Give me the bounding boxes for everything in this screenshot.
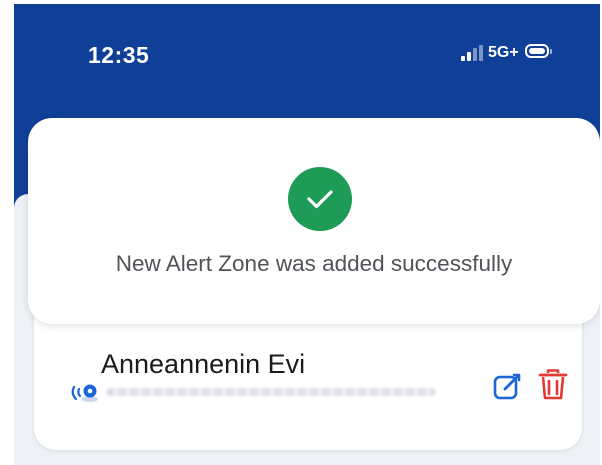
network-type: 5G+ xyxy=(488,44,519,61)
delete-zone-button[interactable] xyxy=(538,368,568,402)
signal-icon xyxy=(461,45,483,61)
zone-name: Anneannenin Evi xyxy=(101,349,306,379)
status-time: 12:35 xyxy=(88,42,150,68)
edit-zone-button[interactable] xyxy=(492,370,524,402)
zone-address xyxy=(106,388,436,396)
phone-screen: 12:35 5G+ New Alert Zone was added succe… xyxy=(14,4,600,465)
check-circle-icon xyxy=(288,167,352,231)
success-alert-dialog: New Alert Zone was added successfully xyxy=(28,118,600,324)
edit-icon xyxy=(493,373,521,400)
alert-message: New Alert Zone was added successfully xyxy=(115,251,513,276)
trash-icon xyxy=(538,369,568,400)
status-bar: 12:35 5G+ xyxy=(14,4,600,94)
battery-icon xyxy=(525,44,553,60)
